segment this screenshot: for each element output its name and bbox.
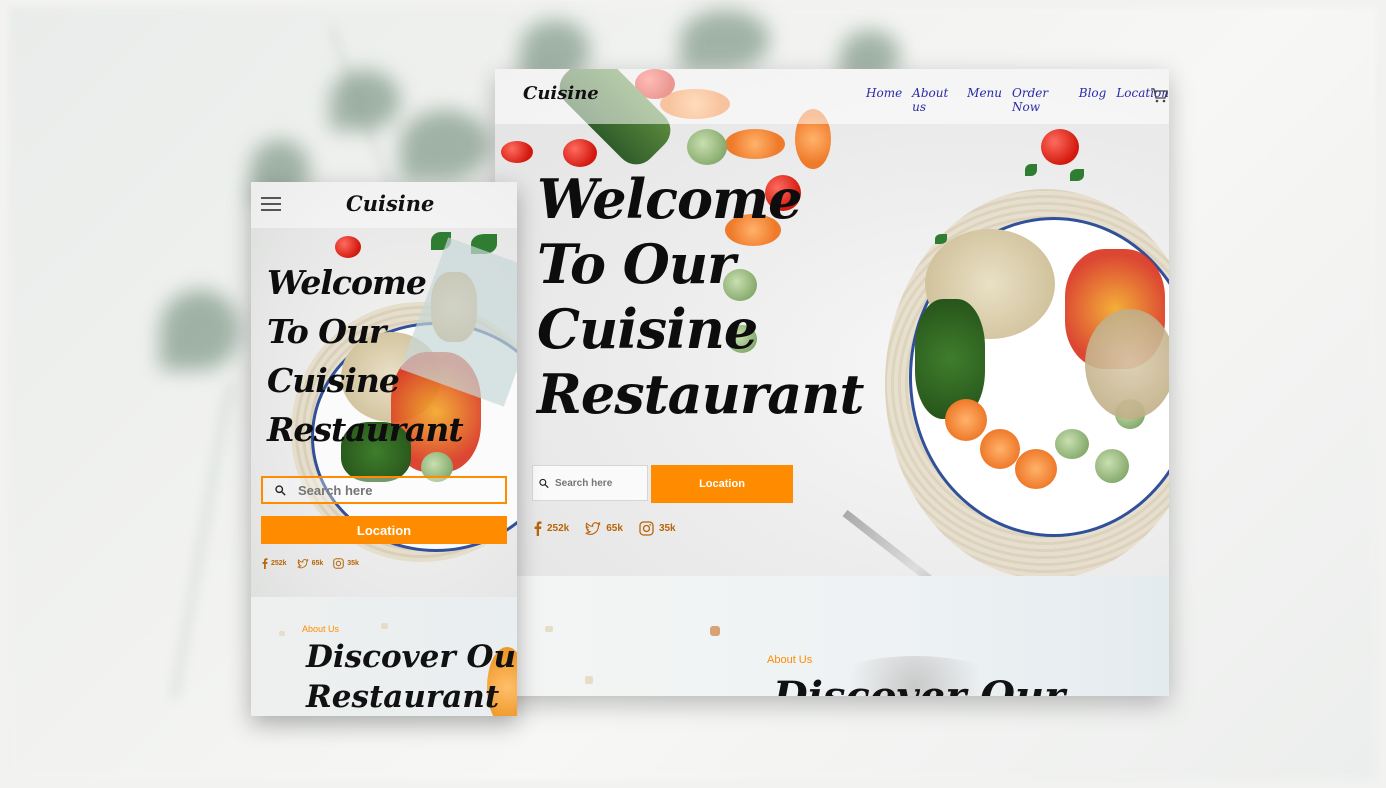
facebook-count: 252k bbox=[271, 560, 287, 567]
hero-title-line: To Our bbox=[267, 312, 386, 351]
location-button[interactable]: Location bbox=[651, 465, 793, 503]
nav-item-order-now[interactable]: Order Now bbox=[1012, 86, 1069, 114]
twitter-link[interactable]: 65k bbox=[585, 521, 623, 536]
facebook-icon bbox=[262, 558, 268, 569]
twitter-count: 65k bbox=[606, 523, 623, 534]
cart-icon[interactable] bbox=[1150, 87, 1168, 103]
instagram-link[interactable]: 35k bbox=[639, 521, 676, 536]
about-label: About Us bbox=[767, 654, 813, 666]
instagram-count: 35k bbox=[347, 560, 359, 567]
about-title-line: Discover Our bbox=[306, 639, 517, 675]
search-icon bbox=[539, 478, 549, 488]
twitter-icon bbox=[297, 558, 308, 568]
facebook-count: 252k bbox=[547, 523, 570, 534]
hero-title-line: Welcome bbox=[537, 167, 803, 231]
mobile-about-section: About Us Discover Our Restaurant bbox=[251, 597, 517, 716]
instagram-count: 35k bbox=[658, 523, 676, 534]
twitter-link[interactable]: 65k bbox=[297, 558, 324, 569]
nav-menu: Home About us Menu Order Now Blog Locati… bbox=[866, 86, 1169, 114]
mobile-hero-title: Welcome To Our Cuisine Restaurant bbox=[267, 258, 464, 454]
hero-title-line: Cuisine bbox=[267, 361, 400, 400]
mobile-location-button[interactable]: Location bbox=[261, 516, 507, 544]
hero-title-line: To Our bbox=[537, 232, 736, 296]
mobile-mockup: Cuisine Welcome To Our Cuisine Restauran… bbox=[251, 182, 517, 716]
mobile-social-links: 252k 65k 35k bbox=[262, 558, 359, 569]
twitter-icon bbox=[585, 521, 601, 535]
mobile-logo[interactable]: Cuisine bbox=[346, 191, 434, 216]
hero-title-line: Restaurant bbox=[537, 362, 864, 426]
mobile-header: Cuisine bbox=[251, 182, 517, 228]
facebook-link[interactable]: 252k bbox=[534, 521, 569, 536]
hero-title-line: Welcome bbox=[267, 263, 427, 302]
nav-item-menu[interactable]: Menu bbox=[967, 86, 1002, 114]
mobile-search-input[interactable] bbox=[296, 481, 480, 499]
facebook-icon bbox=[534, 521, 542, 536]
instagram-icon bbox=[333, 558, 345, 569]
nav-item-home[interactable]: Home bbox=[866, 86, 902, 114]
instagram-link[interactable]: 35k bbox=[333, 558, 359, 569]
instagram-icon bbox=[639, 521, 654, 536]
desktop-mockup: Cuisine Home About us Menu Order Now Blo… bbox=[495, 69, 1169, 696]
about-section: About Us Discover Our bbox=[495, 576, 1169, 696]
search-input[interactable] bbox=[553, 476, 647, 490]
about-label: About Us bbox=[302, 624, 340, 634]
hero-title-line: Restaurant bbox=[267, 410, 464, 449]
hero-section: Cuisine Home About us Menu Order Now Blo… bbox=[495, 69, 1169, 576]
search-icon bbox=[275, 484, 286, 496]
menu-icon[interactable] bbox=[261, 197, 281, 211]
about-title: Discover Our bbox=[773, 673, 1065, 696]
facebook-link[interactable]: 252k bbox=[262, 558, 287, 569]
site-logo[interactable]: Cuisine bbox=[523, 83, 599, 104]
nav-item-about-us[interactable]: About us bbox=[912, 86, 957, 114]
about-title: Discover Our Restaurant bbox=[306, 637, 517, 716]
top-nav: Cuisine Home About us Menu Order Now Blo… bbox=[495, 69, 1169, 124]
twitter-count: 65k bbox=[311, 560, 324, 567]
hero-title: Welcome To Our Cuisine Restaurant bbox=[537, 167, 864, 427]
mobile-hero-section: Cuisine Welcome To Our Cuisine Restauran… bbox=[251, 182, 517, 597]
hero-title-line: Cuisine bbox=[537, 297, 758, 361]
nav-item-blog[interactable]: Blog bbox=[1079, 86, 1107, 114]
search-box bbox=[532, 465, 648, 501]
mobile-search-box bbox=[261, 476, 507, 504]
social-links: 252k 65k 35k bbox=[534, 521, 676, 536]
about-title-line: Restaurant bbox=[306, 679, 500, 715]
